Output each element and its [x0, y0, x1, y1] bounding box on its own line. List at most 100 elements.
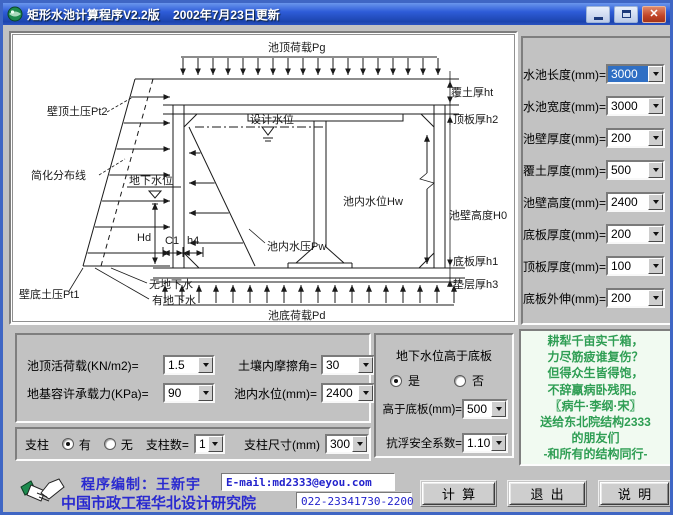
close-button[interactable]: ✕ [642, 5, 666, 23]
pillar-count-combobox[interactable]: 1 [193, 434, 225, 454]
label-wall-top-pressure: 壁顶土压Pt2 [47, 104, 108, 118]
label-dim-h4: h4 [187, 235, 199, 247]
poem-line: 耕犁千亩实千箱， [547, 334, 644, 348]
pillar-label: 支柱 [25, 437, 50, 452]
field-pool-width: 水池宽度(mm)= 3000 [523, 90, 670, 122]
poem-line: 但得众生皆得饱， [547, 366, 644, 381]
wall-height-combobox[interactable]: 2400 [606, 192, 665, 212]
dropdown-arrow-icon[interactable] [358, 357, 373, 373]
label-bottom-load: 池底荷载Pd [268, 308, 325, 322]
phone-field[interactable]: 022-23341730-2200 [296, 492, 414, 509]
field-wall-thickness: 池壁厚度(mm)= 200 [523, 122, 670, 154]
label-roof-thickness: 顶板厚h2 [453, 112, 498, 126]
bearing-capacity-combobox[interactable]: 90 [163, 383, 215, 403]
field-roof-thickness: 顶板厚度(mm)= 100 [523, 250, 670, 282]
base-extension-combobox[interactable]: 200 [606, 288, 665, 308]
live-load-label: 池顶活荷载(KN/m2)= [27, 358, 139, 373]
pillar-size-combobox[interactable]: 300 [324, 434, 369, 454]
maximize-button[interactable] [614, 5, 638, 23]
window-title: 矩形水池计算程序V2.2版 2002年7月23日更新 [27, 7, 280, 22]
wall-thickness-combobox[interactable]: 200 [606, 128, 665, 148]
groundwater-yes-radio[interactable] [390, 374, 402, 387]
dropdown-arrow-icon[interactable] [198, 385, 213, 401]
base-thickness-label: 底板厚度(mm)= [523, 227, 606, 242]
friction-angle-label: 土壤内摩擦角= [237, 358, 317, 373]
base-extension-label: 底板外伸(mm)= [523, 291, 606, 306]
groundwater-no-radio[interactable] [454, 374, 467, 387]
pillar-count-label: 支柱数= [145, 437, 189, 452]
pillar-yes-label: 有 [78, 437, 91, 452]
wall-height-label: 池壁高度(mm)= [523, 195, 606, 210]
label-dim-c1: C1 [165, 235, 179, 247]
cover-thickness-combobox[interactable]: 500 [606, 160, 665, 180]
label-no-groundwater: 无地下水 [149, 278, 193, 291]
title-bar: 矩形水池计算程序V2.2版 2002年7月23日更新 ✕ [3, 3, 670, 25]
dropdown-arrow-icon[interactable] [207, 436, 223, 452]
minimize-icon [593, 16, 603, 20]
live-load-combobox[interactable]: 1.5 [163, 355, 215, 375]
poem-line: 〖病牛·李纲·宋〗 [549, 398, 642, 413]
friction-angle-combobox[interactable]: 30 [321, 355, 375, 375]
dropdown-arrow-icon[interactable] [648, 162, 663, 178]
poem-line: 力尽筋疲谁复伤？ [547, 350, 644, 365]
calculate-button[interactable]: 计 算 [422, 482, 495, 505]
poem-panel: 耕犁千亩实千箱， 力尽筋疲谁复伤？ 但得众生皆得饱， 不辞羸病卧残阳。 〖病牛·… [519, 329, 670, 466]
label-roof-load: 池顶荷载Pg [268, 41, 325, 54]
calc-button-frame: 计 算 [420, 480, 497, 507]
pool-length-combobox[interactable]: 3000 [606, 64, 665, 84]
label-cushion-thickness: 垫层厚h3 [453, 277, 498, 291]
minimize-button[interactable] [586, 5, 610, 23]
help-button-frame: 说 明 [598, 480, 670, 507]
close-icon: ✕ [649, 7, 659, 20]
dropdown-arrow-icon[interactable] [491, 401, 506, 417]
label-design-water-level: 设计水位 [250, 112, 294, 126]
dropdown-arrow-icon[interactable] [648, 290, 663, 306]
dropdown-arrow-icon[interactable] [648, 98, 663, 114]
tank-cross-section-diagram: 池顶荷载Pg 壁顶土压Pt2 设计水位 简化分布线 地下水位 Hd C1 h4 … [12, 34, 515, 322]
pool-length-label: 水池长度(mm)= [523, 67, 606, 82]
exit-button[interactable]: 退 出 [509, 482, 585, 505]
poem-line: 送给东北院结构2333 [540, 415, 651, 430]
above-base-combobox[interactable]: 500 [462, 399, 508, 419]
dimensions-panel: 水池长度(mm)= 3000 水池宽度(mm)= 3000 池壁厚度(mm)= … [521, 36, 670, 325]
label-dim-hd: Hd [137, 232, 151, 244]
email-field[interactable]: E-mail:md2333@eyou.com [221, 473, 395, 491]
label-cover-thickness: 覆土厚ht [451, 86, 493, 99]
help-button[interactable]: 说 明 [600, 482, 669, 505]
pillar-panel: 支柱 有 无 支柱数= 1 支柱尺寸(mm) 300 [15, 427, 371, 461]
field-wall-height: 池壁高度(mm)= 2400 [523, 186, 670, 218]
pool-width-combobox[interactable]: 3000 [606, 96, 665, 116]
wall-thickness-label: 池壁厚度(mm)= [523, 131, 606, 146]
water-level-combobox[interactable]: 2400 [321, 383, 375, 403]
app-icon [7, 6, 23, 22]
base-thickness-combobox[interactable]: 200 [606, 224, 665, 244]
cover-thickness-label: 覆土厚度(mm)= [523, 163, 606, 178]
dropdown-arrow-icon[interactable] [648, 130, 663, 146]
handshake-icon [20, 478, 65, 502]
dropdown-arrow-icon[interactable] [648, 194, 663, 210]
dropdown-arrow-icon[interactable] [198, 357, 213, 373]
above-base-label: 高于底板(mm)= [382, 404, 462, 416]
water-level-label: 池内水位(mm)= [234, 386, 317, 401]
bearing-capacity-label: 地基容许承载力(KPa)= [27, 386, 149, 401]
app-window: 矩形水池计算程序V2.2版 2002年7月23日更新 ✕ 池顶荷载Pg 壁顶土压… [0, 0, 673, 515]
groundwater-yes-label: 是 [408, 374, 421, 388]
pillar-no-radio[interactable] [103, 438, 116, 450]
anti-float-combobox[interactable]: 1.10 [462, 433, 508, 453]
pillar-yes-radio[interactable] [61, 438, 74, 450]
dropdown-arrow-icon[interactable] [648, 258, 663, 274]
label-inner-water-level: 池内水位Hw [343, 194, 403, 208]
roof-thickness-combobox[interactable]: 100 [606, 256, 665, 276]
dropdown-arrow-icon[interactable] [352, 436, 367, 452]
pillar-size-label: 支柱尺寸(mm) [243, 437, 320, 452]
author-credit: 程序编制：王新宇 [81, 476, 201, 492]
dropdown-arrow-icon[interactable] [358, 385, 373, 401]
label-inner-water-pressure: 池内水压Pw [267, 239, 326, 253]
poem-line: 的朋友们 [571, 431, 620, 446]
label-with-groundwater: 有地下水 [152, 293, 196, 307]
dropdown-arrow-icon[interactable] [491, 435, 506, 451]
label-wall-height: 池壁高度H0 [449, 208, 507, 222]
field-base-extension: 底板外伸(mm)= 200 [523, 282, 670, 314]
dropdown-arrow-icon[interactable] [648, 226, 663, 242]
dropdown-arrow-icon[interactable] [648, 66, 663, 82]
